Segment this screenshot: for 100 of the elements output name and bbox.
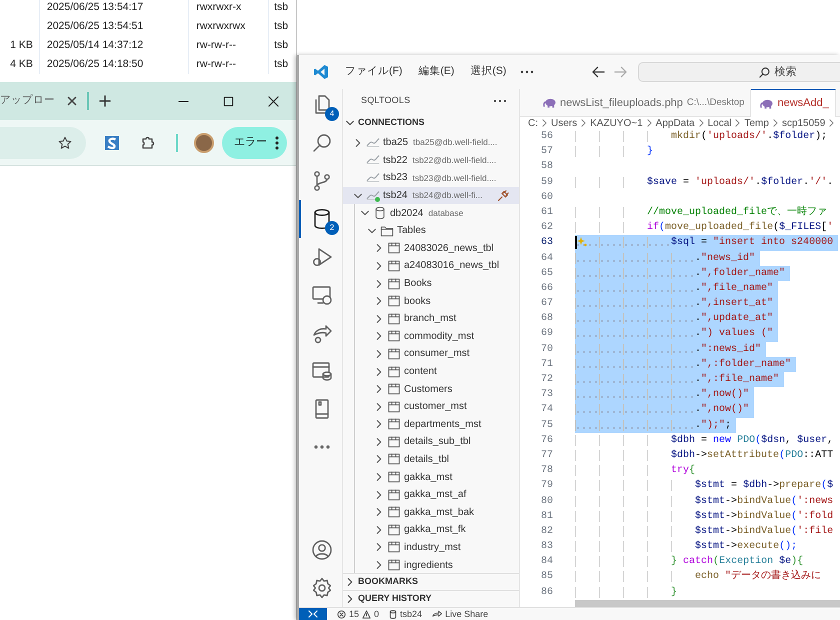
tree-label: details_tbl — [404, 452, 450, 467]
plug-icon[interactable] — [497, 190, 509, 202]
tree-row[interactable]: customer_mst — [343, 398, 519, 416]
tree-row[interactable]: gakka_mst_bak — [343, 503, 519, 522]
share-icon — [432, 610, 442, 618]
breadcrumb-item[interactable]: Temp — [744, 116, 769, 130]
extension-icon[interactable] — [104, 134, 120, 150]
breadcrumb-item[interactable]: scp15059 — [782, 116, 826, 130]
file-permissions: rw-rw-r-- — [196, 56, 236, 72]
scrollbar[interactable] — [575, 600, 840, 607]
chevron-icon[interactable] — [345, 118, 355, 128]
tree-label: a24083016_news_tbl — [404, 259, 500, 274]
tree-row[interactable]: Customers — [343, 380, 519, 398]
search-box[interactable]: 検索 — [638, 62, 840, 82]
tree-row[interactable]: ingredients — [343, 556, 519, 573]
problems-button[interactable]: 15 0 — [337, 608, 380, 620]
tree-row[interactable]: 24083026_news_tbl — [343, 240, 519, 258]
line-number: 62 — [540, 221, 554, 236]
tree-label: 24083026_news_tbl — [404, 242, 494, 256]
table-icon — [387, 540, 401, 554]
table-icon — [387, 364, 401, 379]
tree-row[interactable]: departments_mst — [343, 416, 519, 434]
table-icon — [387, 276, 401, 291]
tree-row[interactable]: gakka_mst_fk — [343, 521, 519, 539]
breadcrumb-item[interactable]: AppData — [656, 116, 695, 130]
tree-row[interactable]: branch_mst — [343, 310, 519, 328]
breadcrumb-item[interactable]: Users — [551, 116, 578, 130]
tree-row[interactable]: commodity_mst — [343, 328, 519, 346]
file-owner: tsb — [274, 18, 288, 34]
editor-tab[interactable]: newsAdd_ — [751, 89, 836, 117]
more-icon[interactable] — [275, 136, 279, 150]
tree-detail: tsb24@db.well-fi... — [412, 189, 483, 202]
remote-button[interactable] — [299, 608, 327, 620]
section-header[interactable]: BOOKMARKS — [343, 573, 519, 590]
tree-row[interactable]: Books — [343, 274, 519, 292]
menu-item[interactable]: 選択(S) — [462, 64, 514, 80]
tree-label: tsb24 — [383, 189, 408, 204]
database-icon — [373, 206, 387, 220]
tree-label: branch_mst — [404, 312, 456, 326]
line-number: 63 — [540, 236, 554, 250]
star-icon[interactable] — [58, 136, 72, 150]
table-icon — [387, 346, 401, 361]
tree-row[interactable]: Tables — [343, 222, 519, 240]
connection-icon — [366, 170, 380, 185]
menu-item[interactable]: 編集(E) — [410, 64, 462, 80]
address-field[interactable] — [0, 126, 86, 158]
more-icon[interactable] — [520, 70, 534, 74]
tree-row[interactable]: tsb22 tsb22@db.well-field.... — [343, 152, 519, 170]
breadcrumb-item[interactable]: Local — [708, 116, 732, 130]
file-owner: tsb — [274, 56, 288, 72]
breadcrumb-item[interactable]: C: — [528, 116, 538, 130]
tree-row[interactable]: db2024 database — [343, 204, 519, 222]
browser-tab[interactable]: アップロー — [0, 93, 87, 109]
code-line: //move_uploaded_fileで、一時ファ — [575, 204, 828, 220]
tree-row[interactable]: details_tbl — [343, 450, 519, 468]
notification-badge: 2 — [325, 221, 339, 235]
connection-status[interactable]: tsb24 — [389, 608, 422, 620]
chevron-icon[interactable] — [345, 594, 355, 604]
tree-label: commodity_mst — [404, 330, 474, 344]
code-line: $stmt->bindValue(':fold — [575, 508, 834, 524]
table-icon — [387, 382, 401, 396]
profile-button[interactable]: エラー — [222, 126, 287, 158]
close-icon[interactable] — [268, 96, 279, 106]
account-icon[interactable] — [310, 538, 334, 562]
tree-detail: tsb22@db.well-field.... — [412, 154, 496, 167]
tree-row[interactable]: books — [343, 292, 519, 310]
tree-row[interactable]: gakka_mst_af — [343, 486, 519, 504]
app-logo[interactable] — [313, 64, 329, 80]
table-icon — [387, 258, 401, 273]
tree-row[interactable]: content — [343, 362, 519, 380]
line-number: 81 — [540, 510, 554, 524]
tree-row[interactable]: a24083016_news_tbl — [343, 257, 519, 275]
live-share-button[interactable]: Live Share — [432, 608, 488, 620]
chevron-icon[interactable] — [345, 577, 355, 587]
search-field[interactable]: 検索 — [774, 64, 804, 80]
section-header[interactable]: QUERY HISTORY — [343, 590, 519, 607]
tree-row[interactable]: consumer_mst — [343, 345, 519, 363]
new-tab-icon[interactable] — [99, 95, 111, 107]
tree-label: db2024 — [390, 206, 424, 221]
code-line: $stmt->execute(); — [575, 539, 798, 554]
tree-row[interactable]: details_sub_tbl — [343, 433, 519, 451]
tree-row[interactable]: tba25 tba25@db.well-field.... — [343, 134, 519, 152]
avatar[interactable] — [194, 132, 214, 152]
line-number: 77 — [540, 448, 554, 463]
line-number: 80 — [540, 494, 554, 508]
close-icon[interactable] — [67, 96, 77, 106]
line-number: 58 — [540, 160, 554, 174]
maximize-icon[interactable] — [223, 96, 234, 106]
menu-item[interactable]: ファイル(F) — [337, 64, 410, 80]
more-icon[interactable] — [493, 98, 507, 102]
tree-row[interactable]: industry_mst — [343, 538, 519, 556]
tree-row[interactable]: tsb24 tsb24@db.well-fi... — [343, 186, 519, 204]
tree-row[interactable]: tsb23 tsb23@db.well-field.... — [343, 169, 519, 187]
section-header[interactable]: CONNECTIONS — [343, 112, 519, 134]
chevron-icon — [580, 119, 588, 127]
tree-row[interactable]: gakka_mst — [343, 468, 519, 486]
back-arrow-icon[interactable] — [592, 66, 606, 78]
puzzle-icon[interactable] — [140, 134, 156, 150]
code-line: $dbh = new PDO($dsn, $user, — [575, 432, 834, 448]
breadcrumb-item[interactable]: KAZUYO~1 — [590, 116, 643, 130]
